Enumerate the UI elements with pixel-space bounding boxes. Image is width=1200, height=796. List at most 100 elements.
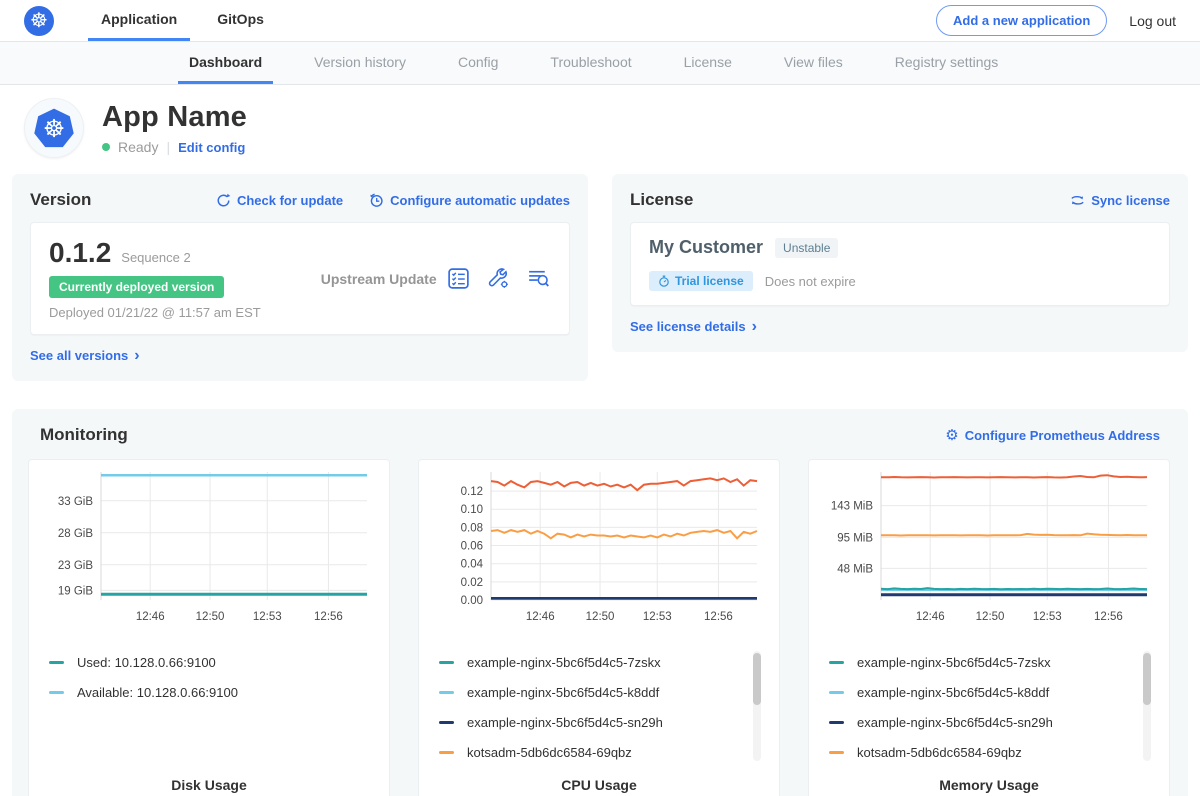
customer-name: My Customer [649, 237, 763, 258]
legend-item: kotsadm-5db6dc6584-69qbz [439, 745, 745, 760]
svg-text:12:46: 12:46 [136, 611, 165, 623]
cpu-usage-legend: example-nginx-5bc6f5d4c5-7zskx example-ng… [435, 651, 763, 767]
nav-tab-application[interactable]: Application [88, 0, 190, 41]
svg-text:33 GiB: 33 GiB [58, 496, 93, 508]
legend-scrollbar[interactable] [1143, 651, 1151, 761]
configure-automatic-updates-link[interactable]: Configure automatic updates [369, 193, 570, 208]
svg-text:12:50: 12:50 [196, 611, 225, 623]
legend-label: Available: 10.128.0.66:9100 [77, 685, 238, 700]
svg-text:0.10: 0.10 [461, 504, 483, 516]
add-new-application-button[interactable]: Add a new application [936, 5, 1107, 36]
chevron-right-icon: › [752, 319, 757, 335]
preflight-checks-icon[interactable] [446, 266, 471, 291]
configure-prometheus-link[interactable]: ⚙ Configure Prometheus Address [945, 428, 1160, 443]
memory-usage-title: Memory Usage [825, 777, 1153, 793]
svg-text:12:53: 12:53 [643, 611, 672, 623]
svg-text:12:53: 12:53 [1033, 611, 1062, 623]
tab-registry-settings[interactable]: Registry settings [884, 42, 1009, 84]
legend-color-dash-icon [439, 721, 454, 724]
app-status-label: Ready [118, 139, 158, 155]
currently-deployed-badge: Currently deployed version [49, 276, 224, 298]
tab-version-history[interactable]: Version history [303, 42, 417, 84]
legend-color-dash-icon [49, 661, 64, 664]
channel-badge: Unstable [775, 238, 838, 258]
top-nav-tabs: Application GitOps [88, 0, 291, 41]
nav-tab-gitops[interactable]: GitOps [204, 0, 277, 41]
svg-text:12:46: 12:46 [916, 611, 945, 623]
cpu-usage-card: 0.120.100.080.060.040.020.0012:4612:5012… [418, 459, 780, 796]
svg-text:12:56: 12:56 [704, 611, 733, 623]
svg-text:☸: ☸ [43, 114, 65, 143]
legend-item: example-nginx-5bc6f5d4c5-7zskx [439, 655, 745, 670]
svg-text:28 GiB: 28 GiB [58, 528, 93, 540]
legend-scrollbar-thumb[interactable] [1143, 653, 1151, 705]
refresh-icon [216, 193, 231, 208]
legend-color-dash-icon [439, 751, 454, 754]
tab-view-files[interactable]: View files [773, 42, 854, 84]
page-title: App Name [102, 101, 247, 134]
legend-label: example-nginx-5bc6f5d4c5-sn29h [467, 715, 663, 730]
tab-license[interactable]: License [673, 42, 743, 84]
chevron-right-icon: › [134, 348, 139, 364]
tab-dashboard[interactable]: Dashboard [178, 42, 273, 84]
memory-usage-card: 143 MiB95 MiB48 MiB12:4612:5012:5312:56 … [808, 459, 1170, 796]
legend-item: Used: 10.128.0.66:9100 [49, 655, 355, 670]
gear-icon: ⚙ [945, 428, 958, 443]
upstream-update-label: Upstream Update [321, 271, 437, 287]
legend-label: example-nginx-5bc6f5d4c5-sn29h [857, 715, 1053, 730]
license-panel: My Customer Unstable Trial license Does … [630, 222, 1170, 306]
tab-config[interactable]: Config [447, 42, 509, 84]
divider: | [166, 139, 170, 155]
svg-text:12:50: 12:50 [976, 611, 1005, 623]
legend-color-dash-icon [439, 661, 454, 664]
svg-text:143 MiB: 143 MiB [831, 501, 874, 513]
version-card: Version Check for update [12, 174, 588, 381]
legend-color-dash-icon [49, 691, 64, 694]
disk-usage-title: Disk Usage [45, 777, 373, 793]
view-logs-icon[interactable] [526, 266, 551, 291]
edit-config-link[interactable]: Edit config [178, 140, 245, 155]
disk-usage-chart: 33 GiB28 GiB23 GiB19 GiB12:4612:5012:531… [45, 472, 373, 635]
legend-label: kotsadm-5db6dc6584-69qbz [857, 745, 1022, 760]
legend-item: example-nginx-5bc6f5d4c5-sn29h [439, 715, 745, 730]
monitoring-title: Monitoring [40, 425, 128, 445]
cpu-usage-title: CPU Usage [435, 777, 763, 793]
tab-troubleshoot[interactable]: Troubleshoot [539, 42, 642, 84]
svg-text:12:50: 12:50 [586, 611, 615, 623]
svg-text:12:46: 12:46 [526, 611, 555, 623]
legend-color-dash-icon [439, 691, 454, 694]
config-wrench-icon[interactable] [486, 266, 511, 291]
sync-license-link[interactable]: Sync license [1070, 193, 1170, 208]
memory-usage-chart: 143 MiB95 MiB48 MiB12:4612:5012:5312:56 [825, 472, 1153, 635]
legend-item: example-nginx-5bc6f5d4c5-k8ddf [439, 685, 745, 700]
license-card-title: License [630, 190, 693, 210]
legend-scrollbar[interactable] [753, 651, 761, 761]
svg-text:0.12: 0.12 [461, 486, 483, 498]
svg-text:12:53: 12:53 [253, 611, 282, 623]
log-out-link[interactable]: Log out [1129, 13, 1176, 29]
legend-scrollbar-thumb[interactable] [753, 653, 761, 705]
svg-text:12:56: 12:56 [314, 611, 343, 623]
svg-text:0.08: 0.08 [461, 522, 483, 534]
legend-item: kotsadm-5db6dc6584-69qbz [829, 745, 1135, 760]
legend-color-dash-icon [829, 721, 844, 724]
svg-text:95 MiB: 95 MiB [837, 532, 873, 544]
check-for-update-link[interactable]: Check for update [216, 193, 343, 208]
legend-item: example-nginx-5bc6f5d4c5-7zskx [829, 655, 1135, 670]
svg-text:23 GiB: 23 GiB [58, 560, 93, 572]
legend-label: example-nginx-5bc6f5d4c5-7zskx [857, 655, 1051, 670]
cpu-usage-chart: 0.120.100.080.060.040.020.0012:4612:5012… [435, 472, 763, 635]
see-all-versions-link[interactable]: See all versions › [30, 348, 140, 364]
version-number: 0.1.2 [49, 237, 111, 269]
brand-logo[interactable]: ☸ [24, 0, 54, 41]
legend-label: example-nginx-5bc6f5d4c5-k8ddf [857, 685, 1049, 700]
see-license-details-link[interactable]: See license details › [630, 319, 757, 335]
legend-color-dash-icon [829, 751, 844, 754]
disk-usage-legend: Used: 10.128.0.66:9100 Available: 10.128.… [45, 651, 373, 767]
version-card-title: Version [30, 190, 91, 210]
legend-item: Available: 10.128.0.66:9100 [49, 685, 355, 700]
legend-color-dash-icon [829, 661, 844, 664]
svg-text:48 MiB: 48 MiB [837, 563, 873, 575]
deployed-timestamp: Deployed 01/21/22 @ 11:57 am EST [49, 305, 261, 320]
license-expiry: Does not expire [765, 274, 856, 289]
